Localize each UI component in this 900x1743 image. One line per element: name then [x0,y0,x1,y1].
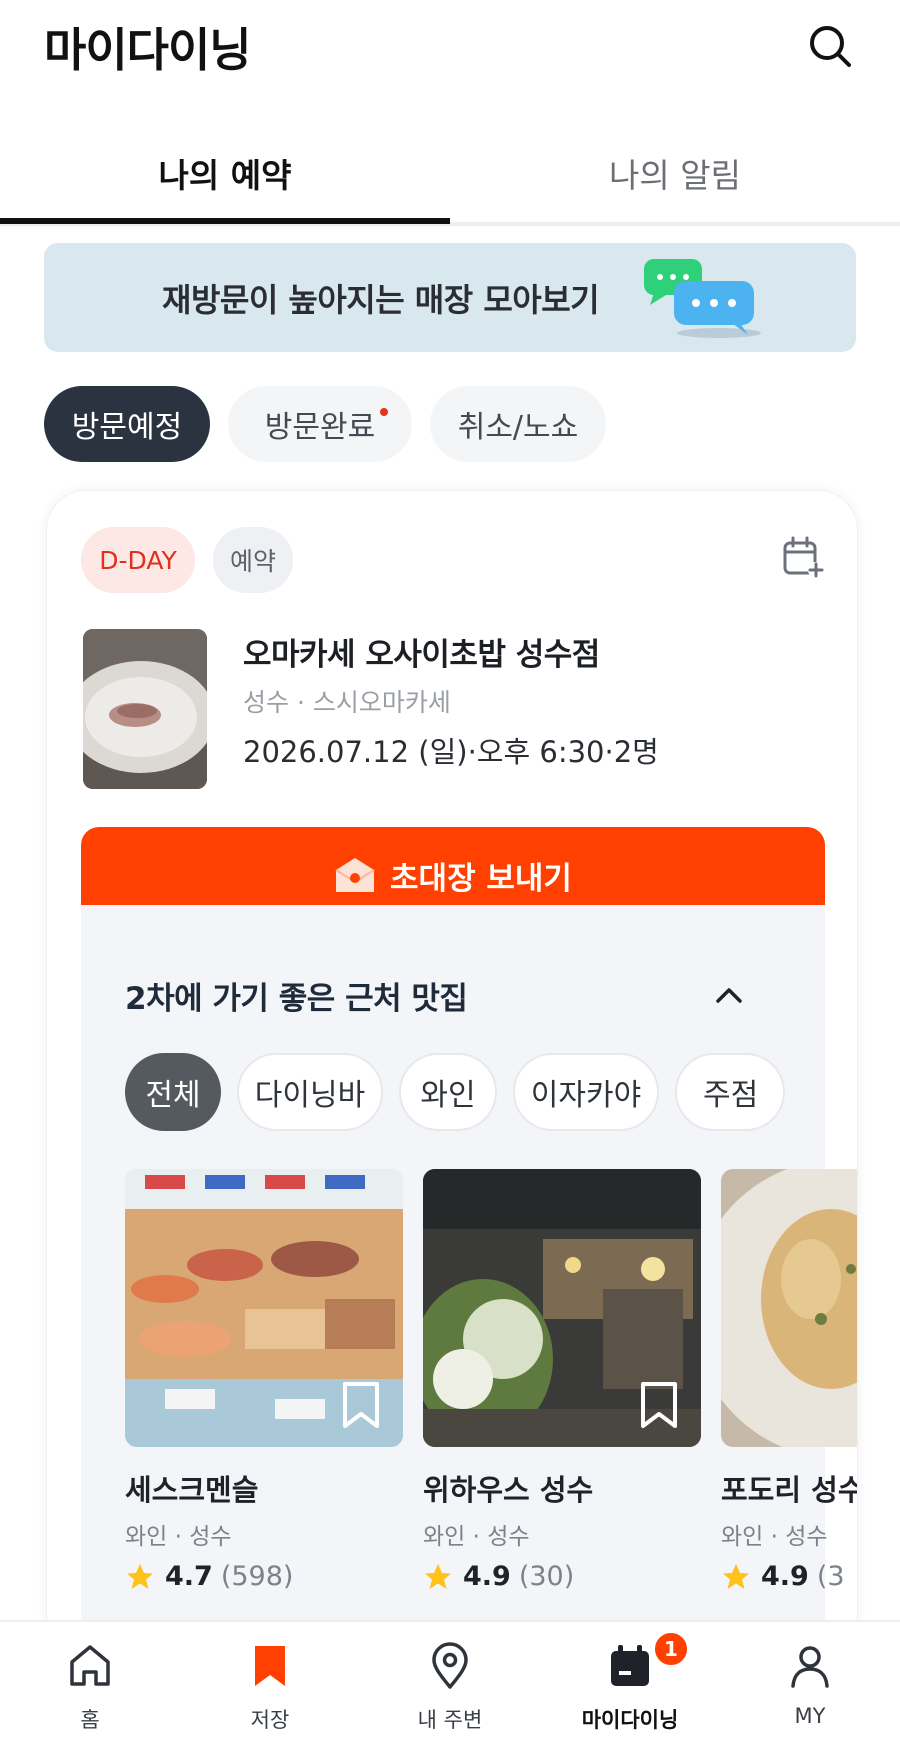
calendar-icon [611,1645,649,1686]
place-photo [423,1169,701,1447]
top-tabs: 나의 예약 나의 알림 [0,120,900,226]
active-tab-indicator [0,218,450,224]
dday-badge: D-DAY [81,527,195,593]
nav-home-label: 홈 [80,1708,100,1732]
place-rating: 4.9 (3 [721,1561,857,1592]
section-title: 2차에 가기 좋은 근처 맛집 [125,981,468,1017]
chip-visited-label: 방문완료 [264,410,376,445]
filter-dining-bar[interactable]: 다이닝바 [237,1053,383,1131]
place-category: 와인 · 성수 [721,1524,828,1550]
place-photo [721,1169,857,1447]
envelope-icon [335,858,375,892]
star-icon [425,1563,451,1589]
place-rating: 4.7 (598) [125,1561,403,1592]
tab-my-notifications[interactable]: 나의 알림 [450,120,900,226]
new-dot [380,408,388,416]
nav-home[interactable]: 홈 [0,1622,180,1743]
filter-izakaya[interactable]: 이자카야 [513,1053,659,1131]
bookmark-icon[interactable] [639,1381,679,1429]
revisit-banner[interactable]: 재방문이 높아지는 매장 모아보기 [44,243,856,352]
restaurant-thumbnail[interactable] [83,629,207,789]
chevron-up-icon[interactable] [711,977,747,1013]
page-title: 마이다이닝 [44,23,252,77]
add-to-calendar-icon[interactable] [781,535,825,579]
restaurant-area-category: 성수 · 스시오마카세 [243,688,451,717]
place-name: 위하우스 성수 [423,1473,594,1507]
nav-nearby[interactable]: 내 주변 [360,1622,540,1743]
place-category: 와인 · 성수 [423,1524,530,1550]
place-category: 와인 · 성수 [125,1524,232,1550]
place-card[interactable]: 위하우스 성수 와인 · 성수 4.9 (30) [423,1169,701,1592]
nav-saved-label: 저장 [250,1708,290,1732]
star-icon [127,1563,153,1589]
bottom-navigation: 홈 저장 내 주변 1 마이다이닝 MY [0,1620,900,1743]
nav-my-dining[interactable]: 1 마이다이닝 [540,1622,720,1743]
search-icon[interactable] [806,22,854,70]
app-header: 마이다이닝 [0,0,900,100]
person-icon [791,1646,829,1688]
nearby-recommendations: 2차에 가기 좋은 근처 맛집 전체 다이닝바 와인 이자카야 주점 세스크멘슬… [81,905,857,1743]
filter-all[interactable]: 전체 [125,1053,221,1131]
nav-my-dining-label: 마이다이닝 [581,1708,679,1732]
place-rating: 4.9 (30) [423,1561,701,1592]
notification-badge: 1 [652,1630,690,1668]
rating-score: 4.9 [761,1561,809,1592]
nav-my-label: MY [794,1704,826,1728]
star-icon [723,1563,749,1589]
invite-label: 초대장 보내기 [390,860,572,897]
place-photo [125,1169,403,1447]
chat-bubbles-icon [644,259,761,338]
rating-score: 4.9 [463,1561,511,1592]
home-icon [70,1645,110,1686]
location-pin-icon [432,1642,468,1689]
reservation-card: D-DAY 예약 오마카세 오사이초밥 성수점 성수 · 스시오마카세 2026… [46,490,858,1743]
place-name: 포도리 성수 [721,1473,858,1507]
nav-nearby-label: 내 주변 [417,1708,483,1732]
reservation-type-badge: 예약 [213,527,293,593]
filter-pub[interactable]: 주점 [675,1053,785,1131]
place-card[interactable]: 포도리 성수 와인 · 성수 4.9 (3 [721,1169,858,1592]
rating-score: 4.7 [165,1561,213,1592]
rating-count: (30) [518,1561,575,1592]
nav-my[interactable]: MY [720,1622,900,1743]
filter-wine[interactable]: 와인 [399,1053,497,1131]
chip-upcoming[interactable]: 방문예정 [44,386,210,462]
restaurant-name[interactable]: 오마카세 오사이초밥 성수점 [243,629,600,674]
bookmark-icon[interactable] [341,1381,381,1429]
bookmark-icon [255,1646,285,1686]
chip-visited[interactable]: 방문완료 [228,386,412,462]
place-card[interactable]: 세스크멘슬 와인 · 성수 4.7 (598) [125,1169,403,1592]
chip-cancelled[interactable]: 취소/노쇼 [430,386,606,462]
rating-count: (598) [220,1561,294,1592]
banner-text: 재방문이 높아지는 매장 모아보기 [162,281,600,319]
nav-saved[interactable]: 저장 [180,1622,360,1743]
place-name: 세스크멘슬 [125,1473,259,1507]
tab-my-reservations[interactable]: 나의 예약 [0,120,450,226]
rating-count: (3 [816,1561,845,1592]
reservation-datetime: 2026.07.12 (일)·오후 6:30·2명 [243,735,659,769]
